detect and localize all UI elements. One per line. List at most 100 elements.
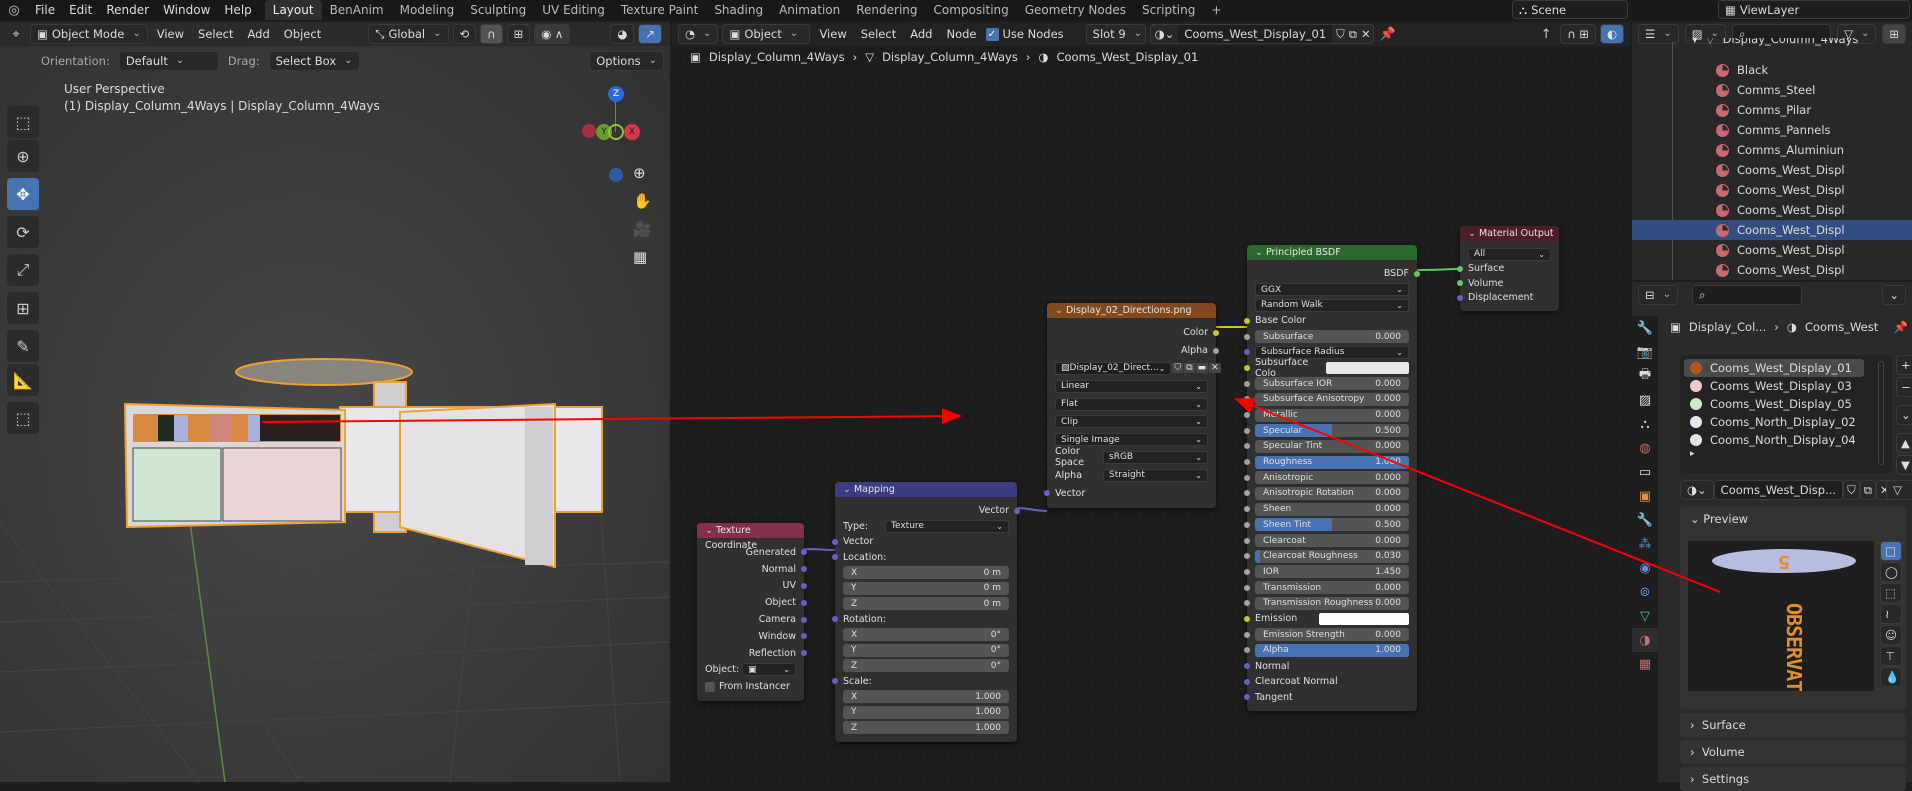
slider-subsurface[interactable]: Subsurface 0.000: [1255, 330, 1409, 344]
mesh-data-tab-icon[interactable]: ▽: [1632, 604, 1658, 628]
options-dropdown[interactable]: Options: [589, 51, 664, 71]
camera-icon[interactable]: 🎥: [633, 220, 652, 238]
material-name-field[interactable]: Cooms_West_Disp...: [1713, 480, 1844, 500]
viewport-menu-select[interactable]: Select: [193, 27, 238, 41]
collection-tab-icon[interactable]: ▭: [1632, 460, 1658, 484]
node-header[interactable]: Mapping: [835, 482, 1017, 497]
socket[interactable]: [832, 554, 838, 561]
slider-alpha[interactable]: Alpha 1.000: [1255, 643, 1409, 657]
outliner-item[interactable]: Cooms_West_Displ: [1632, 260, 1912, 280]
world-tab-icon[interactable]: ◍: [1632, 436, 1658, 460]
menu-edit[interactable]: Edit: [62, 3, 99, 17]
tool-move[interactable]: ✥: [7, 178, 39, 210]
node-header[interactable]: Texture Coordinate: [697, 523, 804, 551]
outliner-item[interactable]: Cooms_West_Displ: [1632, 200, 1912, 220]
socket[interactable]: [1244, 537, 1250, 544]
grid-ortho-icon[interactable]: ▦: [633, 248, 652, 266]
outliner-item[interactable]: Comms_Pilar: [1632, 100, 1912, 120]
socket[interactable]: [1244, 459, 1250, 466]
tab-benanim[interactable]: BenAnim: [322, 0, 392, 20]
editor-type-icon[interactable]: ⌖: [6, 24, 26, 44]
tab-modeling[interactable]: Modeling: [392, 0, 463, 20]
orientation-dropdown[interactable]: Default: [118, 51, 219, 71]
tool-measure[interactable]: 📐: [7, 364, 39, 396]
preview-fluid-icon[interactable]: 💧: [1880, 667, 1902, 687]
dropdown-linear[interactable]: Linear: [1055, 379, 1208, 393]
color-swatch[interactable]: [1319, 612, 1409, 625]
slider-x[interactable]: X 1.000: [843, 690, 1009, 704]
outliner[interactable]: ☰ ▨ ⌕ ▽ ⊞ ▾▽Display_Column_4Ways BlackCo…: [1632, 22, 1912, 280]
move-slot-down-button[interactable]: ▼: [1896, 455, 1912, 475]
pan-hand-icon[interactable]: ✋: [633, 192, 652, 210]
outliner-item[interactable]: Comms_Steel: [1632, 80, 1912, 100]
tab-geometry-nodes[interactable]: Geometry Nodes: [1017, 0, 1134, 20]
add-slot-button[interactable]: +: [1896, 355, 1912, 375]
socket[interactable]: [1244, 694, 1250, 701]
slider-x[interactable]: X 0°: [843, 628, 1009, 642]
output-tab-icon[interactable]: 🖶: [1632, 364, 1658, 388]
socket[interactable]: [1213, 329, 1219, 336]
socket[interactable]: [1244, 553, 1250, 560]
z-axis-handle[interactable]: Z: [608, 86, 624, 102]
material-tab-icon[interactable]: ◑: [1632, 628, 1658, 652]
outliner-item[interactable]: Cooms_West_Displ: [1632, 160, 1912, 180]
tool-tab-icon[interactable]: 🔧: [1632, 316, 1658, 340]
dropdown-all[interactable]: All: [1468, 247, 1551, 261]
dropdown-clip[interactable]: Clip: [1055, 415, 1208, 429]
slider-anisotropic[interactable]: Anisotropic 0.000: [1255, 471, 1409, 485]
browse-material-button[interactable]: ◑⌄: [1680, 480, 1714, 500]
move-slot-up-button[interactable]: ▲: [1896, 433, 1912, 453]
neg-z-handle[interactable]: [609, 168, 623, 182]
preview-monkey-icon[interactable]: ☺: [1880, 625, 1902, 645]
slider-z[interactable]: Z 1.000: [843, 721, 1009, 735]
dropdown-flat[interactable]: Flat: [1055, 397, 1208, 411]
viewport-menu-add[interactable]: Add: [243, 27, 275, 41]
socket[interactable]: [1244, 631, 1250, 638]
slider-subsurface-anisotropy[interactable]: Subsurface Anisotropy 0.000: [1255, 392, 1409, 406]
preview-sphere-icon[interactable]: ◯: [1880, 562, 1902, 582]
slider-y[interactable]: Y 1.000: [843, 705, 1009, 719]
object-picker[interactable]: ▣: [742, 663, 796, 677]
view-layer-tab-icon[interactable]: ▨: [1632, 388, 1658, 412]
socket[interactable]: [1244, 349, 1250, 356]
slider-sheen-tint[interactable]: Sheen Tint 0.500: [1255, 518, 1409, 532]
socket[interactable]: [1244, 647, 1250, 654]
socket[interactable]: [1457, 265, 1463, 272]
preview-flat-icon[interactable]: □: [1880, 541, 1902, 561]
display-column-object[interactable]: [123, 358, 603, 569]
dropdown-random-walk[interactable]: Random Walk: [1255, 298, 1409, 312]
outliner-item[interactable]: Comms_Pannels: [1632, 120, 1912, 140]
socket[interactable]: [1244, 427, 1250, 434]
slider-metallic[interactable]: Metallic 0.000: [1255, 408, 1409, 422]
node-header[interactable]: Display_02_Directions.png: [1047, 303, 1216, 318]
slider-z[interactable]: Z 0°: [843, 659, 1009, 673]
socket[interactable]: [1244, 663, 1250, 670]
slider-z[interactable]: Z 0 m: [843, 597, 1009, 611]
from-instancer-checkbox[interactable]: [705, 681, 715, 692]
transform-orientation-selector[interactable]: ⤡ Global: [368, 24, 449, 44]
socket[interactable]: [1244, 380, 1250, 387]
physics-tab-icon[interactable]: ◉: [1632, 556, 1658, 580]
outliner-item[interactable]: Cooms_West_Displ: [1632, 180, 1912, 200]
viewport-menu-object[interactable]: Object: [279, 27, 326, 41]
neg-y-handle[interactable]: [608, 124, 624, 140]
particles-tab-icon[interactable]: ⁂: [1632, 532, 1658, 556]
folder-icon[interactable]: ▬: [1195, 363, 1209, 374]
properties-options[interactable]: ⌄: [1882, 285, 1906, 305]
outliner-item[interactable]: Black: [1632, 60, 1912, 80]
constraints-tab-icon[interactable]: ⊚: [1632, 580, 1658, 604]
image-datablock[interactable]: ▨ Display_02_Direct...: [1055, 361, 1172, 375]
socket[interactable]: [1244, 584, 1250, 591]
slider-x[interactable]: X 0 m: [843, 566, 1009, 580]
dropdown-type-[interactable]: Texture: [885, 519, 1009, 533]
pivot-button[interactable]: ⟲: [452, 24, 477, 44]
material-slot[interactable]: Cooms_North_Display_04: [1684, 431, 1864, 449]
outliner-item[interactable]: Cooms_West_Displ: [1632, 240, 1912, 260]
socket[interactable]: [1244, 490, 1250, 497]
texture-tab-icon[interactable]: ▦: [1632, 652, 1658, 676]
slider-subsurface-ior[interactable]: Subsurface IOR 0.000: [1255, 377, 1409, 391]
tool-annotate[interactable]: ✎: [7, 330, 39, 362]
snap-toggle[interactable]: ∩: [480, 24, 503, 44]
socket[interactable]: [1457, 294, 1463, 301]
socket[interactable]: [1244, 615, 1250, 622]
